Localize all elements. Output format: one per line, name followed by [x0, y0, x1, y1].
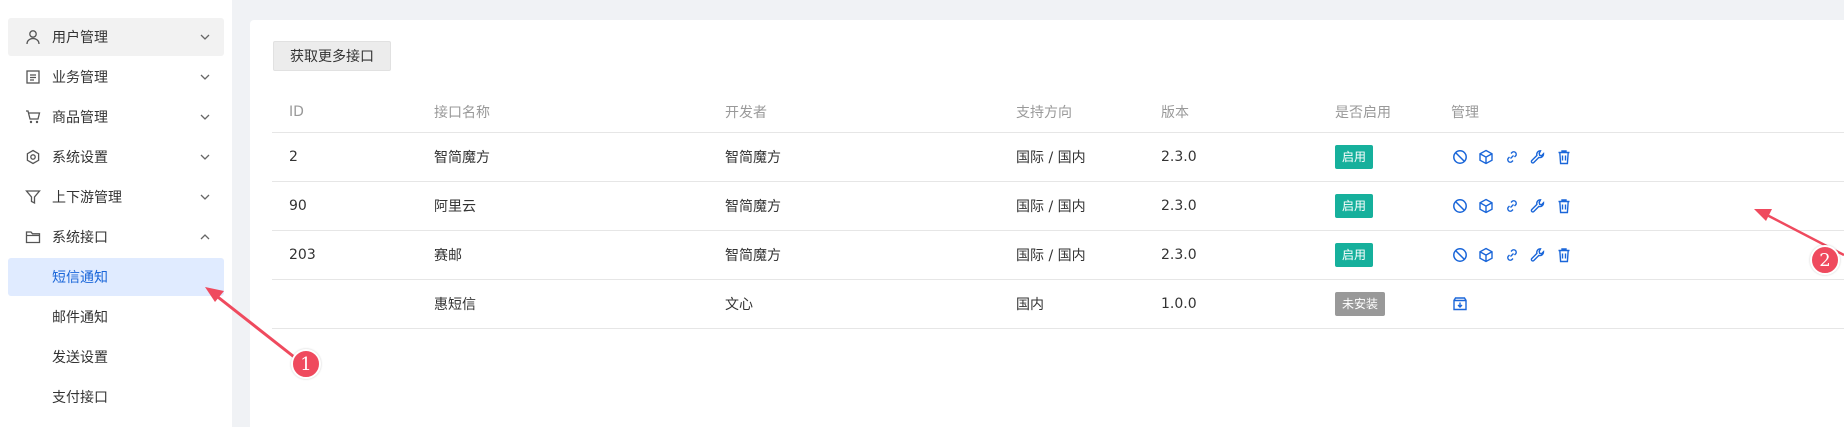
chevron-down-icon [200, 34, 210, 40]
settings-icon [24, 148, 42, 166]
cell-actions [1434, 132, 1844, 182]
cell-developer: 文心 [708, 279, 999, 329]
wrench-icon[interactable] [1529, 246, 1547, 264]
cell-status: 启用 [1318, 230, 1434, 280]
sidebar-item-label: 用户管理 [52, 30, 108, 46]
delete-icon[interactable] [1555, 246, 1573, 264]
table-row: 203 赛邮 智简魔方 国际 / 国内 2.3.0 启用 [272, 230, 1844, 280]
status-badge: 未安装 [1335, 291, 1386, 316]
column-header-manage: 管理 [1434, 92, 1844, 133]
cell-direction: 国际 / 国内 [999, 132, 1144, 182]
sidebar-item-system-interface[interactable]: 系统接口 [8, 218, 224, 256]
chevron-down-icon [200, 74, 210, 80]
sidebar-item-upstream-downstream[interactable]: 上下游管理 [8, 178, 224, 216]
column-header-direction: 支持方向 [999, 92, 1144, 133]
wrench-icon[interactable] [1529, 148, 1547, 166]
cube-icon[interactable] [1477, 197, 1495, 215]
cube-icon[interactable] [1477, 148, 1495, 166]
sidebar-item-label: 商品管理 [52, 110, 108, 126]
link-icon[interactable] [1503, 148, 1521, 166]
user-icon [24, 28, 42, 46]
wrench-icon[interactable] [1529, 197, 1547, 215]
cell-status: 启用 [1318, 132, 1434, 182]
cell-name: 惠短信 [417, 279, 708, 329]
cell-direction: 国内 [999, 279, 1144, 329]
table-header-row: ID 接口名称 开发者 支持方向 版本 是否启用 管理 [272, 92, 1844, 133]
cell-status: 未安装 [1318, 279, 1434, 329]
sidebar-item-business-management[interactable]: 业务管理 [8, 58, 224, 96]
chevron-up-icon [200, 234, 210, 240]
annotation-marker-1: 1 [291, 349, 321, 379]
table-row: 90 阿里云 智简魔方 国际 / 国内 2.3.0 启用 [272, 181, 1844, 231]
sidebar-item-product-management[interactable]: 商品管理 [8, 98, 224, 136]
delete-icon[interactable] [1555, 148, 1573, 166]
annotation-marker-2: 2 [1810, 245, 1840, 275]
table-row: 2 智简魔方 智简魔方 国际 / 国内 2.3.0 启用 [272, 132, 1844, 182]
column-header-name: 接口名称 [417, 92, 708, 133]
link-icon[interactable] [1503, 246, 1521, 264]
status-badge: 启用 [1335, 242, 1374, 267]
folder-icon [24, 228, 42, 246]
cell-id: 90 [272, 181, 417, 231]
cell-developer: 智简魔方 [708, 181, 999, 231]
get-more-interfaces-button[interactable]: 获取更多接口 [273, 41, 391, 71]
cell-direction: 国际 / 国内 [999, 181, 1144, 231]
column-header-id: ID [272, 92, 417, 133]
cell-developer: 智简魔方 [708, 230, 999, 280]
sidebar-item-user-management[interactable]: 用户管理 [8, 18, 224, 56]
link-icon[interactable] [1503, 197, 1521, 215]
cell-name: 阿里云 [417, 181, 708, 231]
document-icon [24, 68, 42, 86]
filter-icon [24, 188, 42, 206]
cell-name: 智简魔方 [417, 132, 708, 182]
chevron-down-icon [200, 194, 210, 200]
sidebar-item-label: 系统设置 [52, 150, 108, 166]
cell-developer: 智简魔方 [708, 132, 999, 182]
table-row: 惠短信 文心 国内 1.0.0 未安装 [272, 279, 1844, 329]
sidebar-item-label: 业务管理 [52, 70, 108, 86]
chevron-down-icon [200, 114, 210, 120]
sidebar-item-label: 上下游管理 [52, 190, 122, 206]
sidebar-item-label: 系统接口 [52, 230, 108, 246]
cell-actions [1434, 230, 1844, 280]
sidebar-subitem-sms-notification[interactable]: 短信通知 [8, 258, 224, 296]
cell-direction: 国际 / 国内 [999, 230, 1144, 280]
cell-version: 2.3.0 [1144, 132, 1318, 182]
cell-status: 启用 [1318, 181, 1434, 231]
status-badge: 启用 [1335, 144, 1374, 169]
sidebar-subitem-send-settings[interactable]: 发送设置 [8, 338, 224, 376]
column-header-enabled: 是否启用 [1318, 92, 1434, 133]
delete-icon[interactable] [1555, 197, 1573, 215]
disable-icon[interactable] [1451, 197, 1469, 215]
cell-name: 赛邮 [417, 230, 708, 280]
sidebar: 用户管理 业务管理 商品管理 系统设置 上下游管理 系统接口 短信通知 邮件通知… [0, 0, 232, 427]
sidebar-subitem-payment-interface[interactable]: 支付接口 [8, 378, 224, 416]
cube-icon[interactable] [1477, 246, 1495, 264]
cell-version: 1.0.0 [1144, 279, 1318, 329]
sidebar-subitem-email-notification[interactable]: 邮件通知 [8, 298, 224, 336]
cell-actions [1434, 279, 1844, 329]
cell-version: 2.3.0 [1144, 230, 1318, 280]
chevron-down-icon [200, 154, 210, 160]
cell-actions [1434, 181, 1844, 231]
disable-icon[interactable] [1451, 148, 1469, 166]
install-icon[interactable] [1451, 295, 1469, 313]
cell-id: 203 [272, 230, 417, 280]
cell-id: 2 [272, 132, 417, 182]
cell-id [272, 279, 417, 329]
cart-icon [24, 108, 42, 126]
column-header-version: 版本 [1144, 92, 1318, 133]
content-panel: 获取更多接口 ID 接口名称 开发者 支持方向 版本 是否启用 管理 2 智简魔… [250, 20, 1844, 427]
cell-version: 2.3.0 [1144, 181, 1318, 231]
status-badge: 启用 [1335, 193, 1374, 218]
sidebar-item-system-settings[interactable]: 系统设置 [8, 138, 224, 176]
column-header-developer: 开发者 [708, 92, 999, 133]
interface-table: ID 接口名称 开发者 支持方向 版本 是否启用 管理 2 智简魔方 智简魔方 … [272, 92, 1844, 329]
disable-icon[interactable] [1451, 246, 1469, 264]
